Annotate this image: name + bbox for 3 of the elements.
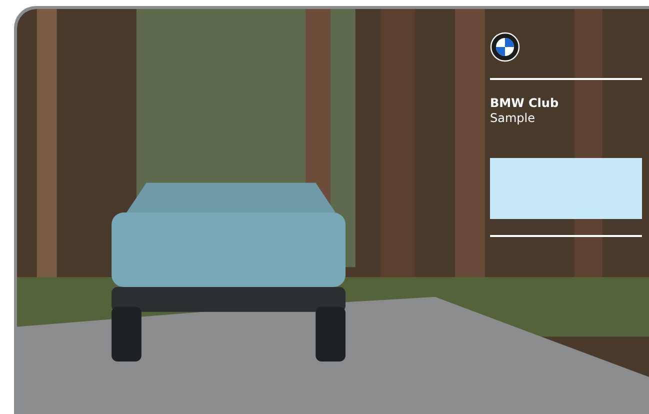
logo-icon xyxy=(490,32,520,62)
member-name: Sample xyxy=(490,111,536,126)
club-name: BMW Club xyxy=(490,96,560,111)
